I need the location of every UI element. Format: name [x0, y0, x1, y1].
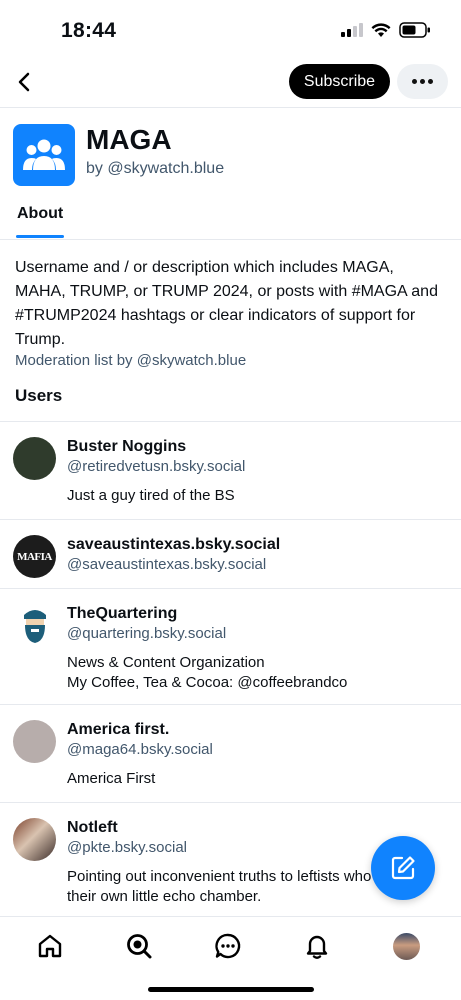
list-title: MAGA: [86, 124, 172, 155]
user-display-name: TheQuartering: [67, 605, 178, 622]
list-creator: by @skywatch.blue: [86, 160, 224, 178]
tab-bar: About: [0, 198, 461, 240]
nav-profile[interactable]: [391, 931, 421, 961]
bell-icon: [306, 935, 328, 959]
avatar[interactable]: [13, 604, 56, 647]
list-header: MAGA by @skywatch.blue: [13, 122, 453, 186]
bearded-man-logo-icon: [23, 609, 46, 643]
nav-notifications[interactable]: [302, 931, 332, 961]
avatar-logo-text: MAFIA: [17, 550, 52, 563]
battery-icon: [399, 22, 430, 38]
status-time: 18:44: [61, 19, 117, 42]
people-group-icon: [23, 139, 65, 170]
compose-pencil-icon: [391, 856, 415, 880]
user-row[interactable]: Buster Noggins @retiredvetusn.bsky.socia…: [0, 421, 461, 519]
nav-home[interactable]: [35, 931, 65, 961]
back-button[interactable]: [10, 68, 38, 96]
list-avatar: [13, 124, 75, 186]
wifi-icon: [371, 22, 391, 37]
user-handle: @saveaustintexas.bsky.social: [67, 556, 267, 573]
nav-search[interactable]: [124, 931, 154, 961]
users-heading: Users: [15, 386, 63, 405]
user-handle: @pkte.bsky.social: [67, 839, 187, 856]
avatar[interactable]: [13, 818, 56, 861]
tab-about[interactable]: About: [17, 205, 63, 223]
bio-line: News & Content Organization: [67, 654, 265, 671]
user-handle: @retiredvetusn.bsky.social: [67, 458, 246, 475]
ellipsis-icon: [412, 79, 417, 84]
subscribe-button[interactable]: Subscribe: [289, 64, 390, 99]
user-row[interactable]: America first. @maga64.bsky.social Ameri…: [0, 704, 461, 802]
moderation-label: Moderation list by @skywatch.blue: [15, 352, 247, 369]
bottom-nav: [0, 916, 461, 1000]
bio-line: My Coffee, Tea & Cocoa: @coffeebrandco: [67, 674, 348, 691]
status-icons: [341, 22, 431, 38]
status-bar: 18:44: [0, 0, 461, 62]
user-row[interactable]: TheQuartering @quartering.bsky.social Ne…: [0, 588, 461, 704]
signal-icon: [341, 23, 363, 37]
user-handle: @maga64.bsky.social: [67, 741, 213, 758]
active-tab-indicator: [16, 235, 64, 238]
user-bio: News & Content Organization My Coffee, T…: [67, 653, 447, 693]
nav-chat[interactable]: [213, 931, 243, 961]
avatar[interactable]: MAFIA: [13, 535, 56, 578]
creator-handle-link[interactable]: @skywatch.blue: [107, 160, 224, 177]
user-bio: America First: [67, 769, 447, 789]
chat-icon: [215, 933, 241, 959]
avatar[interactable]: [13, 720, 56, 763]
compose-button[interactable]: [371, 836, 435, 900]
more-options-button[interactable]: [397, 64, 448, 99]
user-handle: @quartering.bsky.social: [67, 625, 227, 642]
home-icon: [38, 934, 62, 958]
home-indicator: [148, 987, 314, 992]
user-display-name: Buster Noggins: [67, 438, 187, 455]
avatar[interactable]: [13, 437, 56, 480]
bio-line: America First: [67, 770, 156, 787]
user-display-name: saveaustintexas.bsky.social: [67, 536, 281, 553]
by-label: by: [86, 160, 103, 177]
list-description: Username and / or description which incl…: [15, 259, 438, 348]
user-display-name: Notleft: [67, 819, 118, 836]
user-bio: Just a guy tired of the BS: [67, 486, 447, 506]
chevron-left-icon: [18, 72, 30, 92]
top-bar: Subscribe: [0, 62, 461, 108]
bio-line: Just a guy tired of the BS: [67, 487, 235, 504]
profile-avatar: [392, 932, 420, 960]
search-icon: [127, 934, 152, 959]
user-display-name: America first.: [67, 721, 170, 738]
user-row[interactable]: MAFIA saveaustintexas.bsky.social @savea…: [0, 519, 461, 588]
